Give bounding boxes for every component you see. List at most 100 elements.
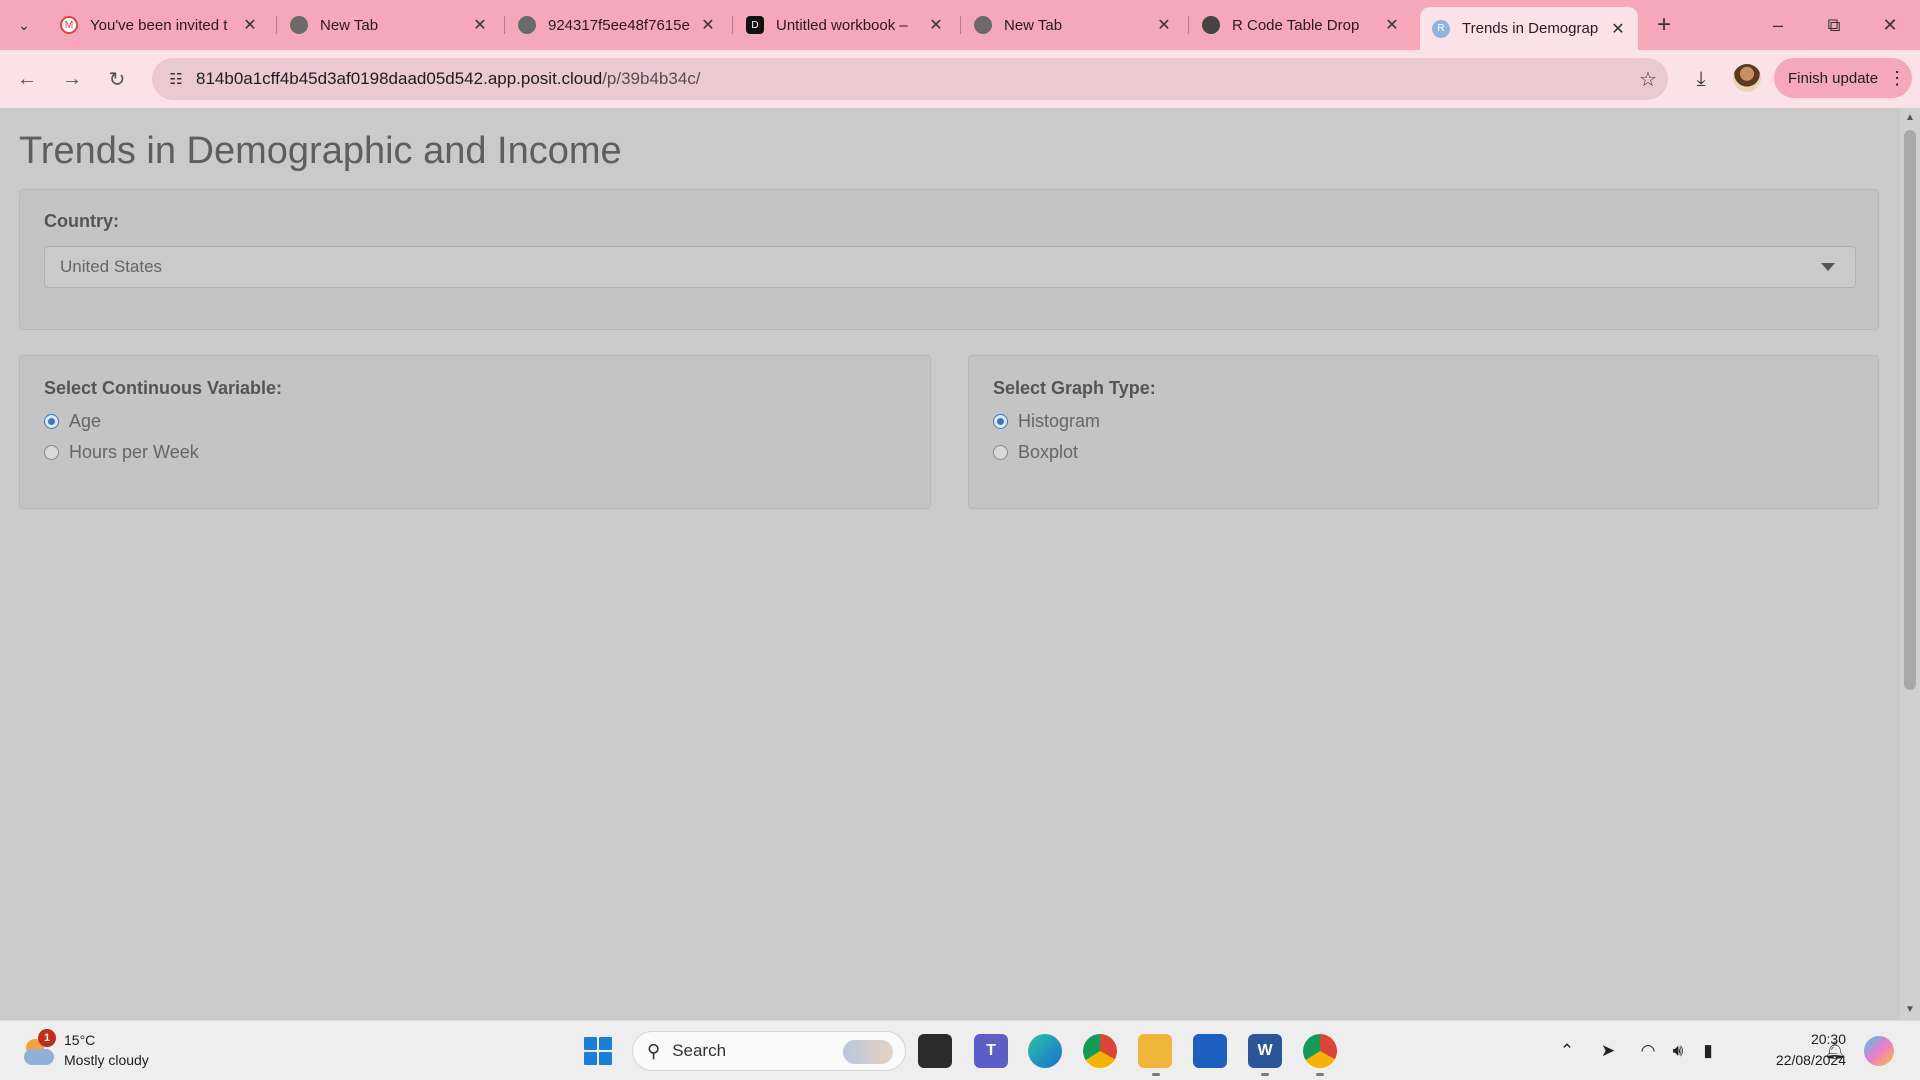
search-highlight-icon <box>843 1040 893 1064</box>
close-icon[interactable]: ✕ <box>926 15 946 35</box>
site-info-icon[interactable]: ☷ <box>156 58 196 100</box>
page-scrollbar[interactable]: ▲ ▼ <box>1900 108 1920 1020</box>
weather-badge: 1 <box>38 1029 56 1047</box>
taskbar-search[interactable]: ⚲ Search <box>632 1031 906 1071</box>
radio-option-hours-per-week[interactable]: Hours per Week <box>44 442 199 463</box>
weather-temp[interactable]: 15°C <box>64 1032 95 1048</box>
tab-title: New Tab <box>1004 16 1063 34</box>
location-icon[interactable]: ➤ <box>1596 1039 1620 1063</box>
radio-label: Age <box>69 411 102 431</box>
weather-desc[interactable]: Mostly cloudy <box>64 1052 149 1068</box>
openai-icon <box>1202 16 1220 34</box>
url-text[interactable]: 814b0a1cff4b45d3af0198daad05d542.app.pos… <box>196 69 1628 89</box>
workbook-icon: D <box>746 16 764 34</box>
country-select[interactable]: United States <box>44 246 1856 288</box>
back-button[interactable]: ← <box>12 64 42 94</box>
close-icon[interactable]: ✕ <box>1608 19 1628 39</box>
gmail-icon: M <box>60 16 78 34</box>
restore-button[interactable]: ⧉ <box>1806 0 1862 50</box>
edge-icon[interactable] <box>1028 1034 1062 1068</box>
radio-option-histogram[interactable]: Histogram <box>993 411 1100 432</box>
radio-button-checked[interactable] <box>993 414 1008 429</box>
store-icon[interactable] <box>1193 1034 1227 1068</box>
scroll-down-icon[interactable]: ▼ <box>1904 1004 1916 1016</box>
file-explorer-icon[interactable] <box>1138 1034 1172 1068</box>
minimize-button[interactable]: – <box>1750 0 1806 50</box>
radio-button-checked[interactable] <box>44 414 59 429</box>
word-icon[interactable]: W <box>1248 1034 1282 1068</box>
radio-option-age[interactable]: Age <box>44 411 101 432</box>
tab-search-button[interactable]: ⌄ <box>8 11 40 39</box>
radio-label: Boxplot <box>1018 442 1079 462</box>
more-vert-icon: ⋮ <box>1888 67 1907 88</box>
address-bar[interactable]: ☷ 814b0a1cff4b45d3af0198daad05d542.app.p… <box>152 58 1668 100</box>
arrow-left-icon: ← <box>17 67 37 90</box>
teams-icon[interactable]: T <box>974 1034 1008 1068</box>
reload-icon: ↻ <box>108 68 126 91</box>
new-tab-button[interactable]: + <box>1650 11 1678 39</box>
graph-type-label: Select Graph Type: <box>993 378 1156 398</box>
plus-icon: + <box>1656 11 1671 38</box>
tab-r-code[interactable]: R Code Table Drop ✕ <box>1190 7 1412 43</box>
download-button[interactable]: ⤓ <box>1686 64 1716 94</box>
tab-separator <box>504 16 505 34</box>
country-selected-value: United States <box>60 257 163 276</box>
close-icon[interactable]: ✕ <box>240 15 260 35</box>
finish-update-label: Finish update <box>1788 69 1879 87</box>
radio-button[interactable] <box>44 445 59 460</box>
r-icon: R <box>1432 19 1450 38</box>
page-title: Trends in Demographic and Income <box>19 130 622 172</box>
forward-button[interactable]: → <box>57 64 87 94</box>
tab-workbook[interactable]: D Untitled workbook – ✕ <box>734 7 956 43</box>
graph-type-panel: Select Graph Type: Histogram Boxplot <box>968 355 1879 509</box>
close-icon[interactable]: ✕ <box>1154 15 1174 35</box>
tab-new-tab-1[interactable]: New Tab ✕ <box>278 7 500 43</box>
copilot-icon[interactable] <box>1864 1036 1894 1066</box>
chrome-icon <box>290 16 308 34</box>
close-icon[interactable]: ✕ <box>1382 15 1402 35</box>
tab-strip: ⌄ M You've been invited t ✕ New Tab ✕ 92… <box>0 0 1920 50</box>
tab-title: 924317f5ee48f7615e <box>548 16 690 34</box>
url-path: /p/39b4b34c/ <box>602 69 701 88</box>
chrome-icon[interactable] <box>1083 1034 1117 1068</box>
scroll-up-icon[interactable]: ▲ <box>1904 112 1916 124</box>
variable-label: Select Continuous Variable: <box>44 378 283 398</box>
url-host: 814b0a1cff4b45d3af0198daad05d542.app.pos… <box>196 69 603 88</box>
tab-globe[interactable]: 924317f5ee48f7615e ✕ <box>506 7 728 43</box>
reload-button[interactable]: ↻ <box>102 64 132 94</box>
profile-avatar[interactable] <box>1733 64 1761 92</box>
country-panel: Country: United States <box>19 189 1879 330</box>
chrome-profile-icon[interactable] <box>1303 1034 1337 1068</box>
tab-title: New Tab <box>320 16 379 34</box>
battery-icon[interactable]: ▮ <box>1696 1039 1720 1063</box>
chrome-icon <box>974 16 992 34</box>
radio-button[interactable] <box>993 445 1008 460</box>
tab-new-tab-2[interactable]: New Tab ✕ <box>962 7 1184 43</box>
variable-panel: Select Continuous Variable: Age Hours pe… <box>19 355 931 509</box>
volume-icon[interactable]: 🔊︎ <box>1666 1039 1690 1063</box>
tab-gmail[interactable]: M You've been invited t ✕ <box>48 7 270 43</box>
task-view-icon[interactable] <box>918 1034 952 1068</box>
caret-down-icon <box>1821 263 1835 271</box>
close-icon[interactable]: ✕ <box>470 15 490 35</box>
finish-update-button[interactable]: Finish update ⋮ <box>1774 58 1912 98</box>
running-indicator <box>1152 1073 1160 1076</box>
tab-separator <box>276 16 277 34</box>
wifi-icon[interactable]: ◠ <box>1636 1039 1660 1063</box>
windows-taskbar: 1 15°C Mostly cloudy ⚲ Search T W ⌃ ➤ ◠ … <box>0 1020 1920 1080</box>
scroll-thumb[interactable] <box>1904 130 1916 690</box>
chevron-up-icon[interactable]: ⌃ <box>1555 1039 1579 1063</box>
notification-bell-icon[interactable]: 🔔︎ <box>1823 1039 1847 1063</box>
restore-icon: ⧉ <box>1827 14 1841 35</box>
radio-option-boxplot[interactable]: Boxplot <box>993 442 1078 463</box>
close-window-button[interactable]: ✕ <box>1862 0 1918 50</box>
close-icon[interactable]: ✕ <box>698 15 718 35</box>
tab-title: Untitled workbook – <box>776 16 908 34</box>
browser-toolbar: ← → ↻ ☷ 814b0a1cff4b45d3af0198daad05d542… <box>0 50 1920 108</box>
tab-trends-active[interactable]: R Trends in Demograp ✕ <box>1420 7 1638 50</box>
bookmark-star-icon[interactable]: ☆ <box>1628 67 1668 92</box>
search-icon: ⚲ <box>647 1040 661 1061</box>
tab-title: You've been invited t <box>90 16 228 34</box>
start-button[interactable] <box>584 1037 612 1065</box>
app-page: Trends in Demographic and Income Country… <box>0 108 1900 1020</box>
